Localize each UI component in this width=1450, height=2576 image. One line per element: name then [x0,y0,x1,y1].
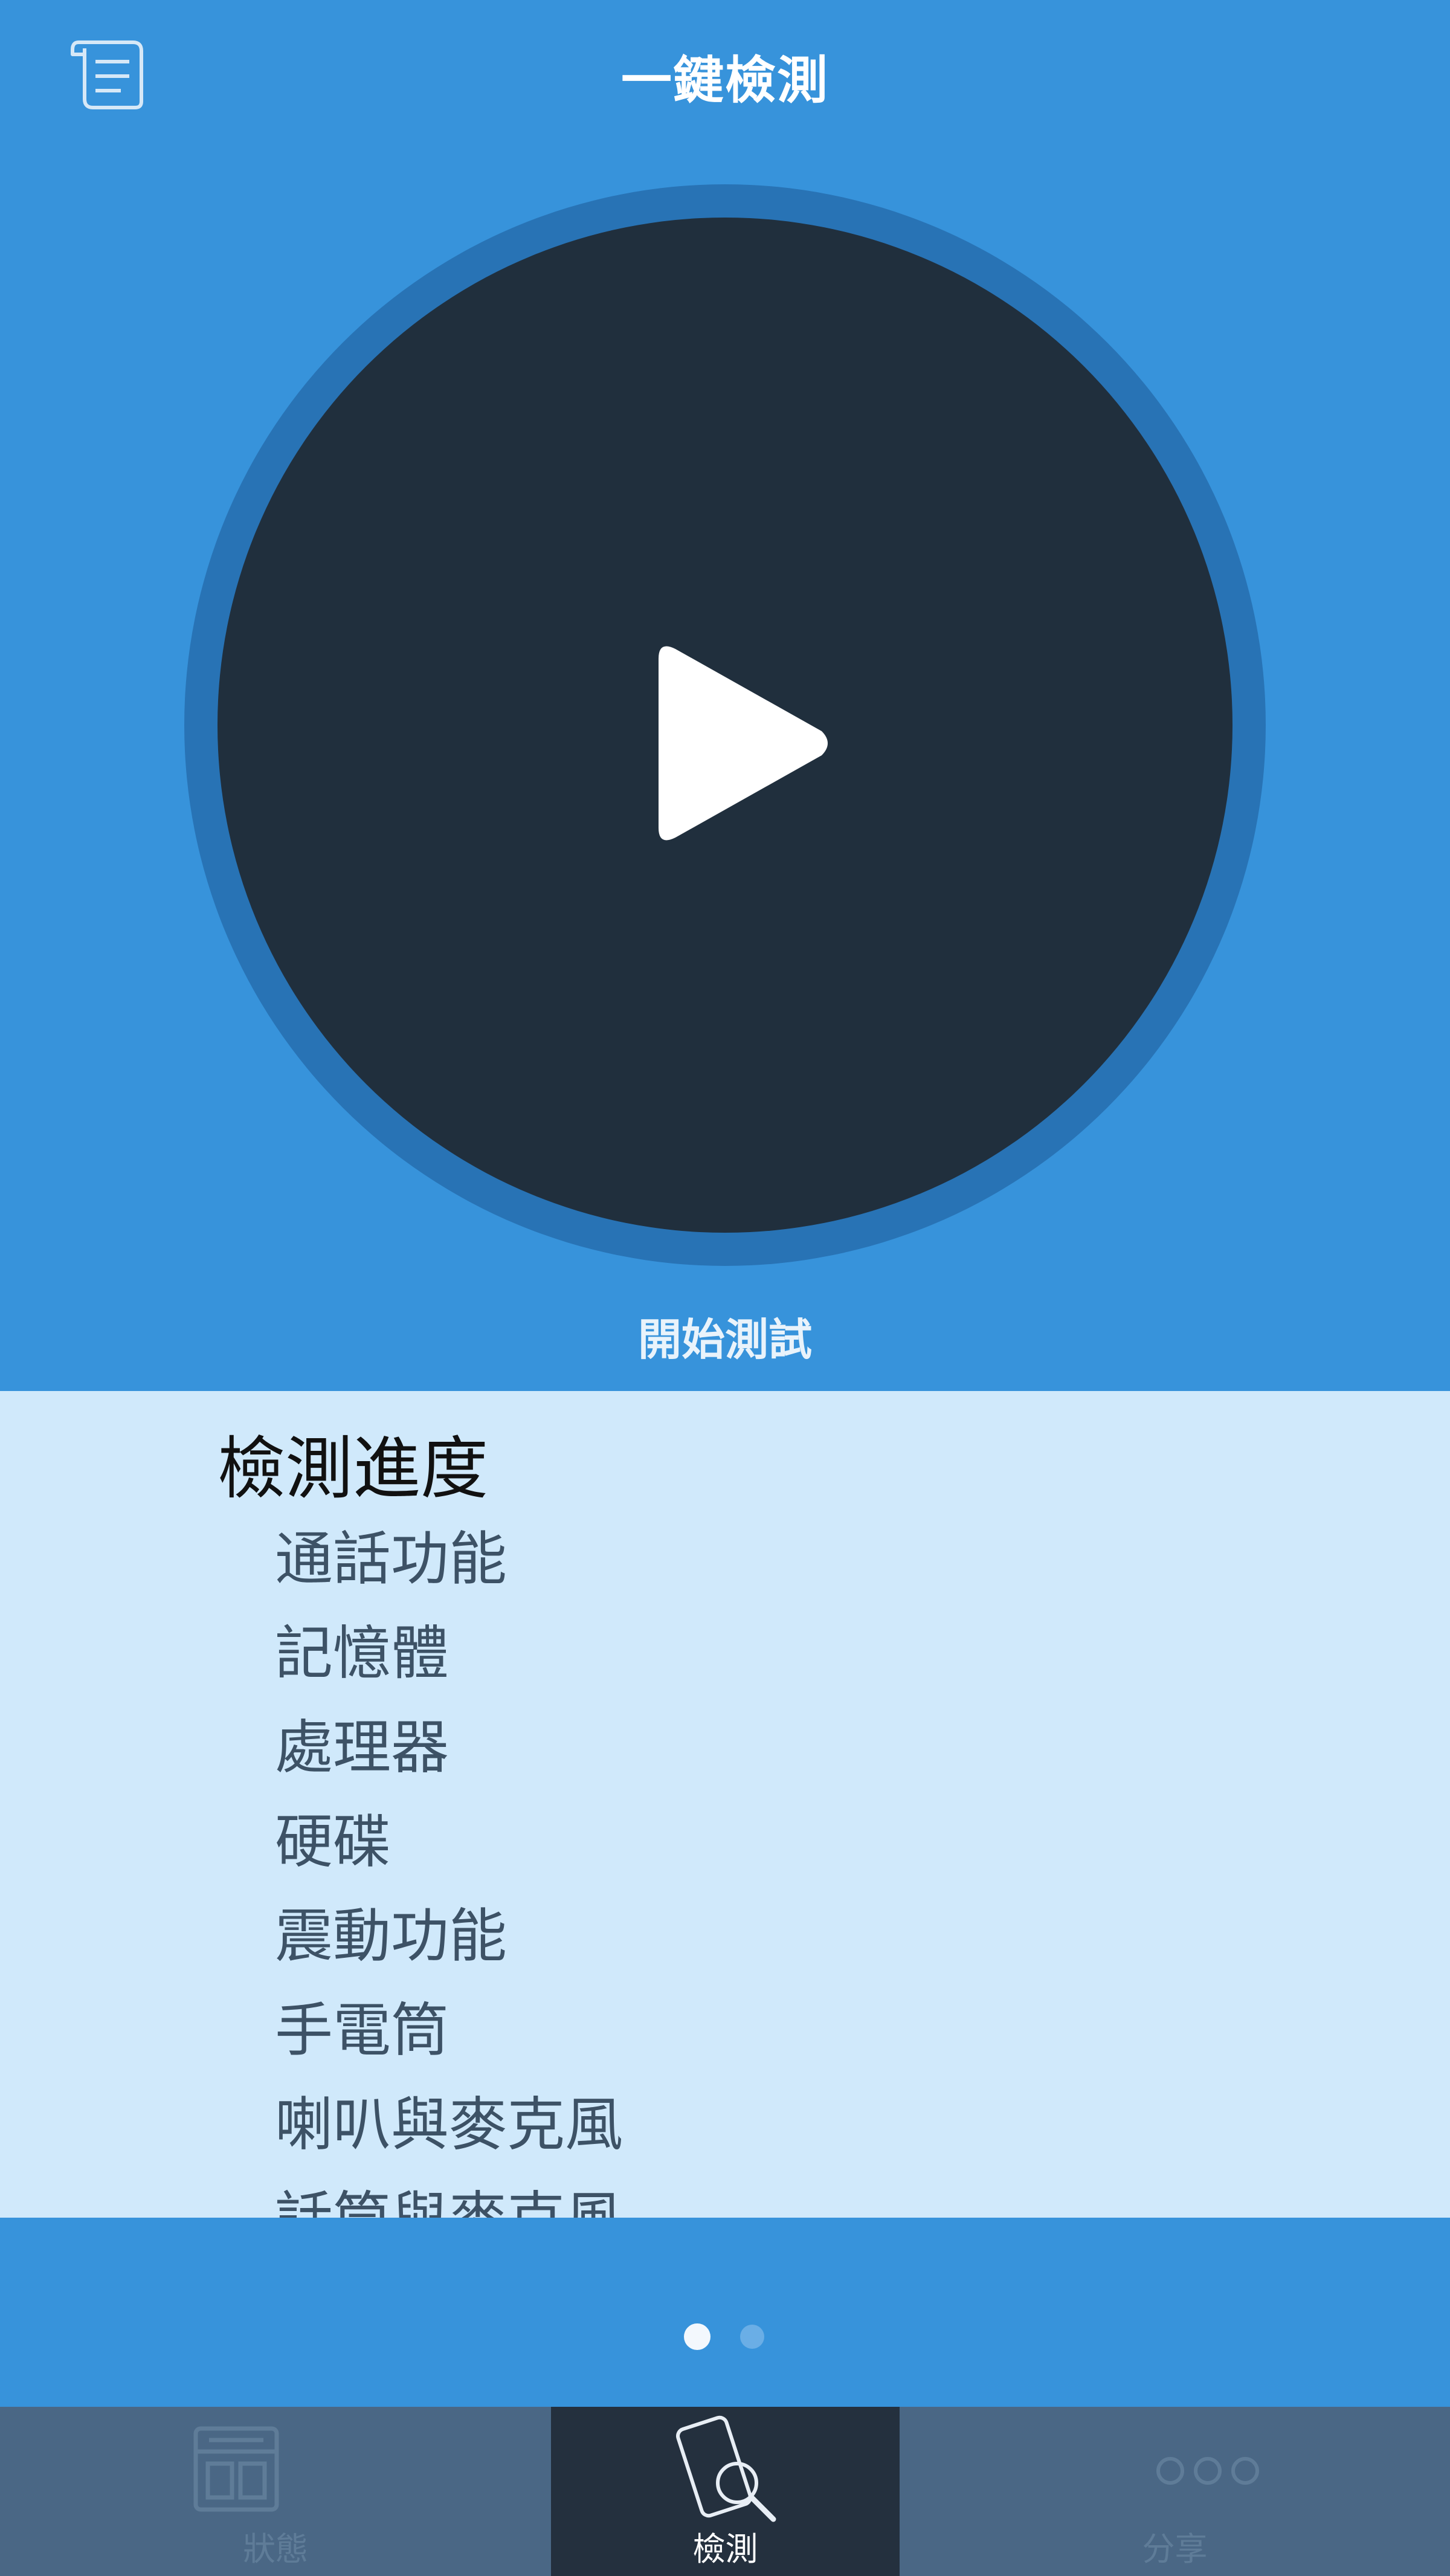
progress-list: 通話功能 記憶體 處理器 硬碟 震動功能 手電筒 喇叭與麥克風 話筒與麥克風 [275,1512,623,2218]
start-test-label[interactable]: 開始測試 [0,1304,1450,1367]
progress-item-processor: 處理器 [275,1714,449,1781]
tab-status[interactable]: 狀態 [0,2407,551,2576]
progress-panel: 檢測進度 通話功能 記憶體 處理器 硬碟 震動功能 手電筒 喇叭與麥克風 話筒與… [0,1391,1450,2218]
progress-item-flashlight: 手電筒 [275,1997,449,2064]
header-bar: 一鍵檢測 [0,0,1450,151]
share-dots-icon [1156,2457,1259,2485]
tab-share[interactable]: 分享 [900,2407,1450,2576]
page-dot[interactable] [740,2325,764,2349]
page-title: 一鍵檢測 [620,51,829,110]
tab-share-label: 分享 [1142,2530,1208,2568]
tab-status-label: 狀態 [243,2530,308,2568]
progress-item-earpiece-mic: 話筒與麥克風 [275,2172,623,2218]
tab-check-label: 檢測 [692,2530,758,2568]
progress-item-vibration: 震動功能 [275,1902,507,1970]
page-dot-active[interactable] [684,2323,710,2350]
play-icon[interactable] [646,641,834,846]
progress-item-speaker-mic: 喇叭與麥克風 [275,2091,623,2158]
status-icon [193,2426,279,2512]
progress-item-call: 通話功能 [275,1525,507,1593]
progress-item-memory: 記憶體 [275,1619,449,1687]
progress-item-storage: 硬碟 [275,1808,391,1876]
tab-bar: 狀態 檢測 分享 [0,2407,1450,2576]
tab-check[interactable]: 檢測 [551,2407,900,2576]
progress-title: 檢測進度 [218,1430,488,1508]
phone-search-icon [676,2415,776,2522]
page-indicator [0,2323,1450,2354]
